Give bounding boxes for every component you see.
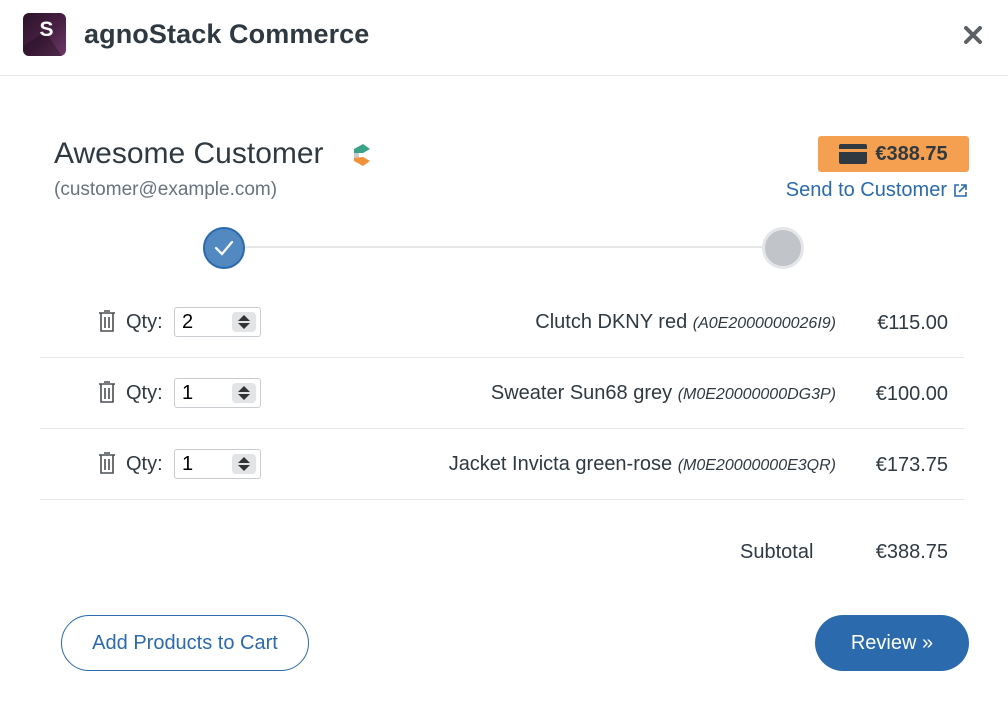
spin-buttons[interactable] bbox=[232, 312, 256, 332]
order-total-badge: €388.75 bbox=[818, 136, 969, 172]
qty-label: Qty: bbox=[126, 453, 163, 475]
product-name: Jacket Invicta green-rose (M0E20000000E3… bbox=[448, 453, 836, 475]
quantity-stepper[interactable]: 1 bbox=[174, 449, 261, 479]
quantity-stepper[interactable]: 1 bbox=[174, 378, 261, 408]
layered-cube-icon bbox=[354, 144, 370, 166]
send-to-customer-link[interactable]: Send to Customer bbox=[786, 179, 968, 202]
spin-buttons[interactable] bbox=[232, 454, 256, 474]
cart-row: Qty: 1 Jacket Invicta green-rose (M0E200… bbox=[40, 429, 964, 500]
close-icon bbox=[964, 26, 982, 44]
close-button[interactable] bbox=[958, 20, 988, 50]
customer-name: Awesome Customer bbox=[54, 137, 324, 170]
step-complete[interactable] bbox=[203, 227, 245, 269]
product-name: Clutch DKNY red (A0E2000000026I9) bbox=[535, 311, 836, 333]
product-name: Sweater Sun68 grey (M0E20000000DG3P) bbox=[490, 382, 836, 404]
app-title: agnoStack Commerce bbox=[84, 19, 370, 49]
product-sku: (A0E2000000026I9) bbox=[692, 315, 836, 332]
product-sku: (M0E20000000DG3P) bbox=[677, 386, 836, 403]
order-total-value: €388.75 bbox=[875, 142, 948, 165]
review-button[interactable]: Review » bbox=[815, 615, 969, 671]
trash-icon[interactable] bbox=[97, 451, 117, 475]
step-pending[interactable] bbox=[762, 227, 804, 269]
qty-label: Qty: bbox=[126, 311, 163, 333]
send-to-customer-label: Send to Customer bbox=[785, 179, 947, 201]
trash-icon[interactable] bbox=[97, 309, 117, 333]
app-header: S agnoStack Commerce bbox=[0, 0, 1008, 76]
app-logo-letter: S bbox=[39, 17, 54, 41]
subtotal-value: €388.75 bbox=[875, 541, 948, 563]
customer-email: (customer@example.com) bbox=[54, 179, 278, 200]
cart-items: Qty: 2 Clutch DKNY red (A0E2000000026I9)… bbox=[40, 287, 964, 500]
credit-card-icon bbox=[839, 144, 868, 164]
quantity-value: 1 bbox=[182, 382, 194, 404]
add-products-button[interactable]: Add Products to Cart bbox=[61, 615, 309, 671]
external-link-icon bbox=[954, 184, 967, 197]
spin-buttons[interactable] bbox=[232, 383, 256, 403]
stepper-line bbox=[223, 246, 784, 248]
qty-label: Qty: bbox=[126, 382, 163, 404]
quantity-stepper[interactable]: 2 bbox=[174, 307, 261, 337]
product-price: €115.00 bbox=[877, 312, 948, 334]
cart-row: Qty: 2 Clutch DKNY red (A0E2000000026I9)… bbox=[40, 287, 964, 358]
cart-row: Qty: 1 Sweater Sun68 grey (M0E20000000DG… bbox=[40, 358, 964, 429]
product-sku: (M0E20000000E3QR) bbox=[677, 457, 836, 474]
product-price: €173.75 bbox=[875, 454, 948, 476]
quantity-value: 2 bbox=[182, 311, 194, 333]
product-price: €100.00 bbox=[875, 383, 948, 405]
trash-icon[interactable] bbox=[97, 380, 117, 404]
app-logo: S bbox=[23, 13, 66, 56]
subtotal-label: Subtotal bbox=[740, 541, 814, 563]
quantity-value: 1 bbox=[182, 453, 194, 475]
progress-stepper bbox=[203, 227, 804, 269]
checkmark-icon bbox=[214, 240, 234, 256]
